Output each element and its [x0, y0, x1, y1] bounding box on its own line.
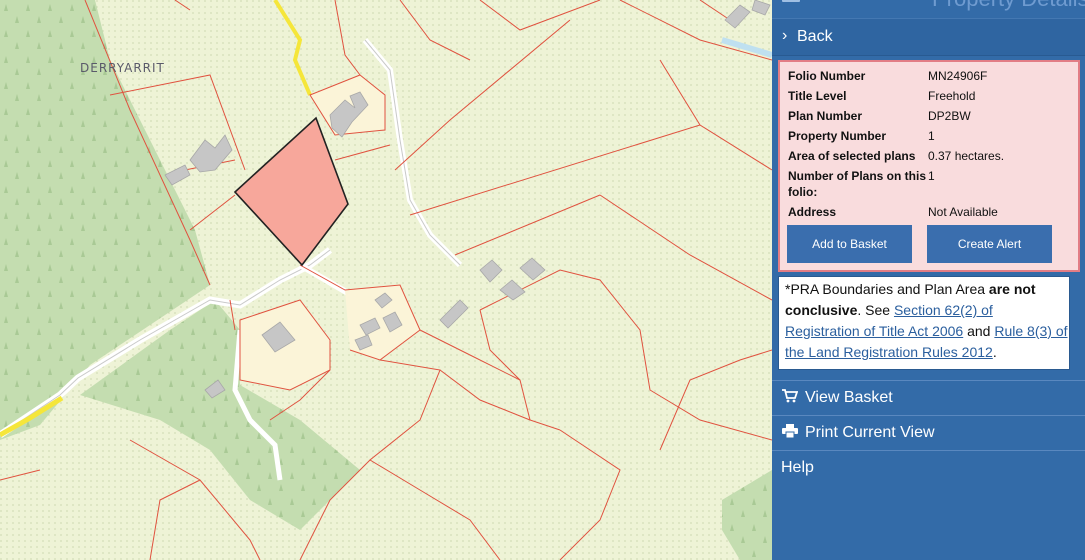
chevron-right-icon: ›: [782, 27, 788, 44]
help-label: Help: [781, 459, 814, 476]
detail-key: Folio Number: [788, 69, 866, 83]
detail-key: Title Level: [788, 89, 847, 103]
notice-end: .: [992, 344, 997, 360]
boundary-notice: *PRA Boundaries and Plan Area are not co…: [778, 276, 1070, 370]
cart-icon: [781, 389, 799, 406]
detail-row: Title Level Freehold: [788, 88, 1004, 108]
map-canvas[interactable]: [0, 0, 772, 560]
notice-prefix: *PRA Boundaries and Plan Area: [785, 281, 989, 297]
notice-and: and: [963, 323, 995, 339]
detail-row: Number of Plans on this folio: 1: [788, 168, 1004, 204]
detail-row: Area of selected plans 0.37 hectares.: [788, 148, 1004, 168]
detail-key: Property Number: [788, 129, 887, 143]
detail-key: Address: [788, 205, 837, 219]
detail-value: Not Available: [928, 205, 998, 219]
detail-key: Plan Number: [788, 109, 863, 123]
detail-row: Plan Number DP2BW: [788, 108, 1004, 128]
detail-row: Property Number 1: [788, 128, 1004, 148]
print-view-label: Print Current View: [805, 424, 935, 441]
view-basket-label: View Basket: [805, 389, 893, 406]
detail-value: DP2BW: [928, 109, 971, 123]
menu-icon[interactable]: [782, 0, 800, 2]
panel-title: Property Details: [932, 0, 1085, 12]
view-basket-button[interactable]: View Basket: [772, 380, 1085, 415]
detail-key: Area of selected plans: [788, 149, 916, 163]
detail-row: Folio Number MN24906F: [788, 68, 1004, 88]
detail-value: MN24906F: [928, 69, 988, 83]
print-current-view-button[interactable]: Print Current View: [772, 415, 1085, 450]
detail-value: 0.37 hectares.: [928, 149, 1005, 163]
property-details-panel: Property Details › Back Folio Number MN24…: [772, 0, 1085, 560]
help-button[interactable]: Help: [772, 450, 1085, 485]
add-to-basket-button[interactable]: Add to Basket: [787, 225, 912, 263]
detail-value: 1: [928, 129, 935, 143]
back-button[interactable]: › Back: [772, 18, 1085, 56]
back-label: Back: [797, 28, 833, 45]
create-alert-button[interactable]: Create Alert: [927, 225, 1052, 263]
detail-row: Address Not Available: [788, 204, 1004, 224]
detail-value: Freehold: [928, 89, 976, 103]
details-table: Folio Number MN24906F Title Level Freehold…: [788, 68, 1004, 224]
printer-icon: [781, 424, 799, 441]
notice-see: . See: [857, 302, 894, 318]
map-view[interactable]: DERRYARRIT: [0, 0, 772, 560]
detail-key: Number of Plans on this folio:: [788, 169, 927, 199]
property-details-box: Folio Number MN24906F Title Level Freehold…: [778, 60, 1080, 272]
detail-value: 1: [928, 169, 935, 183]
place-label: DERRYARRIT: [80, 61, 165, 75]
